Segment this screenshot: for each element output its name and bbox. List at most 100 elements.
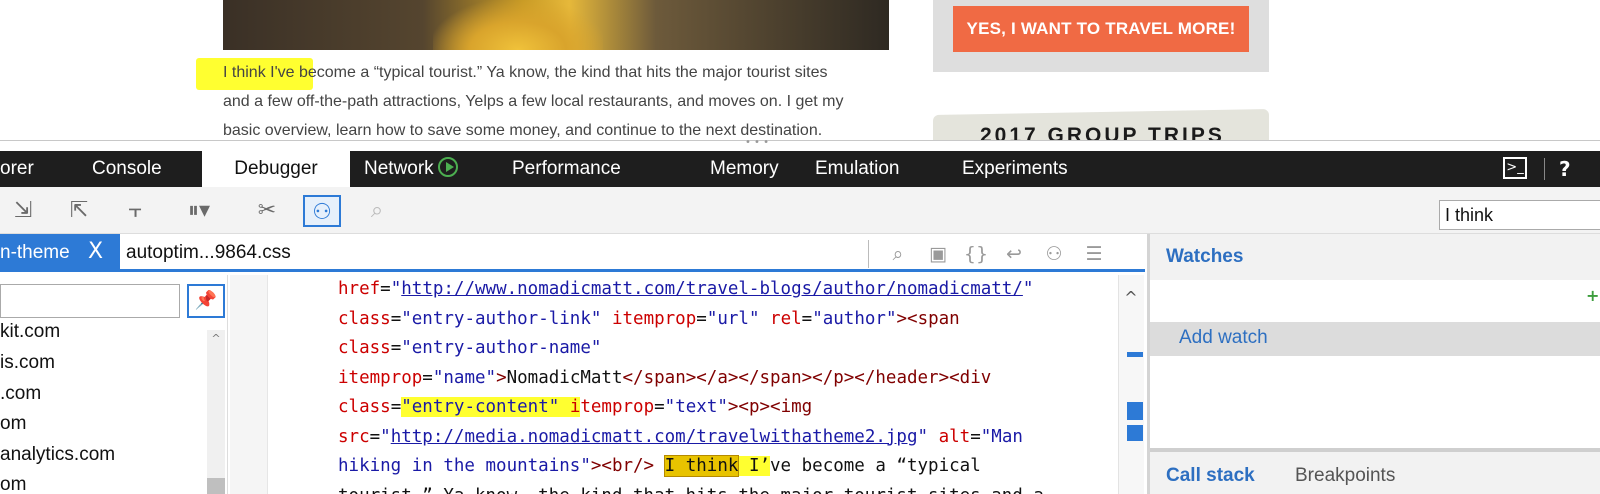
code-token: "entry-author-name": [401, 338, 602, 358]
code-token: class: [338, 397, 391, 417]
code-token: =: [390, 338, 402, 358]
tab-console[interactable]: Console: [92, 151, 162, 187]
code-token: =: [422, 367, 433, 388]
help-icon[interactable]: ?: [1559, 151, 1571, 187]
code-token: itemprop: [338, 367, 423, 388]
save-icon[interactable]: ▣: [924, 240, 952, 268]
tree-scroll-thumb[interactable]: [207, 478, 225, 494]
code-token: temprop: [580, 397, 655, 417]
code-token: class: [338, 338, 391, 358]
scroll-marker: [1127, 425, 1143, 441]
step-out-icon[interactable]: ⇱: [62, 195, 96, 227]
console-toggle-icon[interactable]: >_: [1503, 157, 1527, 179]
tree-item[interactable]: kit.com: [0, 321, 60, 343]
tree-scrollbar[interactable]: [207, 330, 225, 494]
find-input[interactable]: [1439, 200, 1600, 230]
tabbar-divider: [1544, 158, 1545, 180]
code-token: ve become a “typical: [770, 456, 981, 476]
code-token: "url": [706, 308, 760, 329]
doc-tab-label: n-theme: [0, 242, 70, 263]
word-wrap-icon[interactable]: ↩: [1000, 240, 1028, 268]
search-source-icon[interactable]: ⌕: [884, 240, 912, 268]
code-token: http://www.nomadicmatt.com/travel-blogs/…: [401, 279, 1023, 299]
code-token: NomadicMatt: [506, 367, 623, 388]
code-token: itemprop: [611, 308, 697, 329]
disconnect-debugger-icon[interactable]: ✂: [250, 195, 284, 227]
tab-breakpoints[interactable]: Breakpoints: [1295, 465, 1395, 487]
step-into-icon[interactable]: ⇲: [6, 195, 40, 227]
code-token: ": [390, 279, 402, 299]
line-gutter[interactable]: [230, 275, 268, 494]
tree-item[interactable]: analytics.com: [0, 444, 115, 466]
code-line[interactable]: class="entry-author-link" itemprop="url"…: [338, 305, 1118, 335]
chevron-up-icon[interactable]: ^: [1118, 288, 1144, 310]
source-code[interactable]: href="http://www.nomadicmatt.com/travel-…: [338, 275, 1118, 494]
play-icon: [437, 157, 458, 177]
format-icon[interactable]: ☰: [1080, 240, 1108, 268]
doc-tab-file[interactable]: autoptim...9864.css: [126, 242, 291, 264]
watches-body: [1150, 280, 1600, 448]
tree-item[interactable]: om: [0, 413, 26, 435]
code-token: ": [1022, 279, 1034, 299]
just-my-code-icon[interactable]: ⚇: [303, 195, 341, 227]
tab-performance[interactable]: Performance: [512, 151, 621, 187]
find-references-icon[interactable]: ⌕: [360, 195, 394, 227]
code-token: "text": [664, 397, 728, 417]
panel-splitter[interactable]: [1150, 448, 1600, 452]
tab-memory[interactable]: Memory: [710, 151, 779, 187]
chevron-up-icon[interactable]: ^: [207, 330, 225, 348]
tab-call-stack[interactable]: Call stack: [1166, 465, 1255, 487]
code-line[interactable]: tourist.” Ya know, the kind that hits th…: [338, 482, 1118, 494]
code-line[interactable]: class="entry-content" itemprop="text"><p…: [338, 393, 1118, 423]
code-token: >: [496, 367, 507, 388]
code-token: hiking in the mountains": [338, 456, 591, 476]
code-token: =: [390, 397, 402, 417]
code-token: "name": [432, 367, 497, 388]
code-line[interactable]: hiking in the mountains"><br/> I think I…: [338, 452, 1118, 482]
add-watch-icon[interactable]: +: [1586, 286, 1599, 305]
code-line[interactable]: class="entry-author-name": [338, 334, 1118, 364]
tree-search-input[interactable]: [0, 284, 180, 318]
code-token: class: [338, 308, 391, 329]
travel-more-button[interactable]: YES, I WANT TO TRAVEL MORE!: [953, 6, 1249, 52]
code-line[interactable]: src="http://media.nomadicmatt.com/travel…: [338, 423, 1118, 453]
sourcemap-icon[interactable]: ⚇: [1040, 240, 1068, 268]
article-line: basic overview, learn how to save some m…: [223, 122, 823, 139]
code-token: i: [569, 397, 581, 417]
watches-title: Watches: [1166, 246, 1244, 267]
code-token: =: [801, 308, 813, 329]
code-token: I’: [738, 456, 771, 476]
tab-experiments[interactable]: Experiments: [962, 151, 1068, 187]
code-line[interactable]: itemprop="name">NomadicMatt</span></a></…: [338, 364, 1118, 394]
article-paragraph: I think I've become a “typical tourist.”…: [223, 58, 903, 140]
code-token: "author": [812, 308, 897, 329]
tab-network[interactable]: Network: [364, 151, 458, 187]
debugger-toolbar: [0, 187, 1600, 234]
tab-debugger[interactable]: Debugger: [202, 151, 350, 187]
pin-icon[interactable]: 📌: [187, 284, 225, 318]
tab-dom-explorer[interactable]: orer: [0, 151, 70, 187]
code-token: =: [390, 308, 402, 329]
break-on-new-worker-icon[interactable]: ⫟: [118, 195, 152, 227]
code-token: tourist.” Ya know, the kind that hits th…: [338, 486, 1044, 494]
tree-item[interactable]: om: [0, 474, 26, 494]
tree-item[interactable]: .com: [0, 383, 41, 405]
pretty-print-icon[interactable]: {}: [962, 240, 990, 268]
doc-tab-active[interactable]: n-theme X: [0, 234, 120, 272]
close-icon[interactable]: X: [88, 239, 103, 264]
article-line: and a few off-the-path attractions, Yelp…: [223, 93, 844, 110]
tab-network-label: Network: [364, 158, 434, 179]
add-watch-button[interactable]: Add watch: [1179, 327, 1268, 349]
hero-photo: [223, 0, 889, 50]
resize-grip[interactable]: • • •: [742, 138, 772, 148]
code-token: ><span: [896, 308, 960, 329]
tree-item[interactable]: is.com: [0, 352, 55, 374]
tab-emulation[interactable]: Emulation: [815, 151, 900, 187]
code-token: ": [380, 426, 391, 447]
scroll-marker: [1127, 352, 1143, 357]
code-line[interactable]: href="http://www.nomadicmatt.com/travel-…: [338, 275, 1118, 305]
pause-exceptions-icon[interactable]: ⏸▾: [178, 195, 220, 227]
